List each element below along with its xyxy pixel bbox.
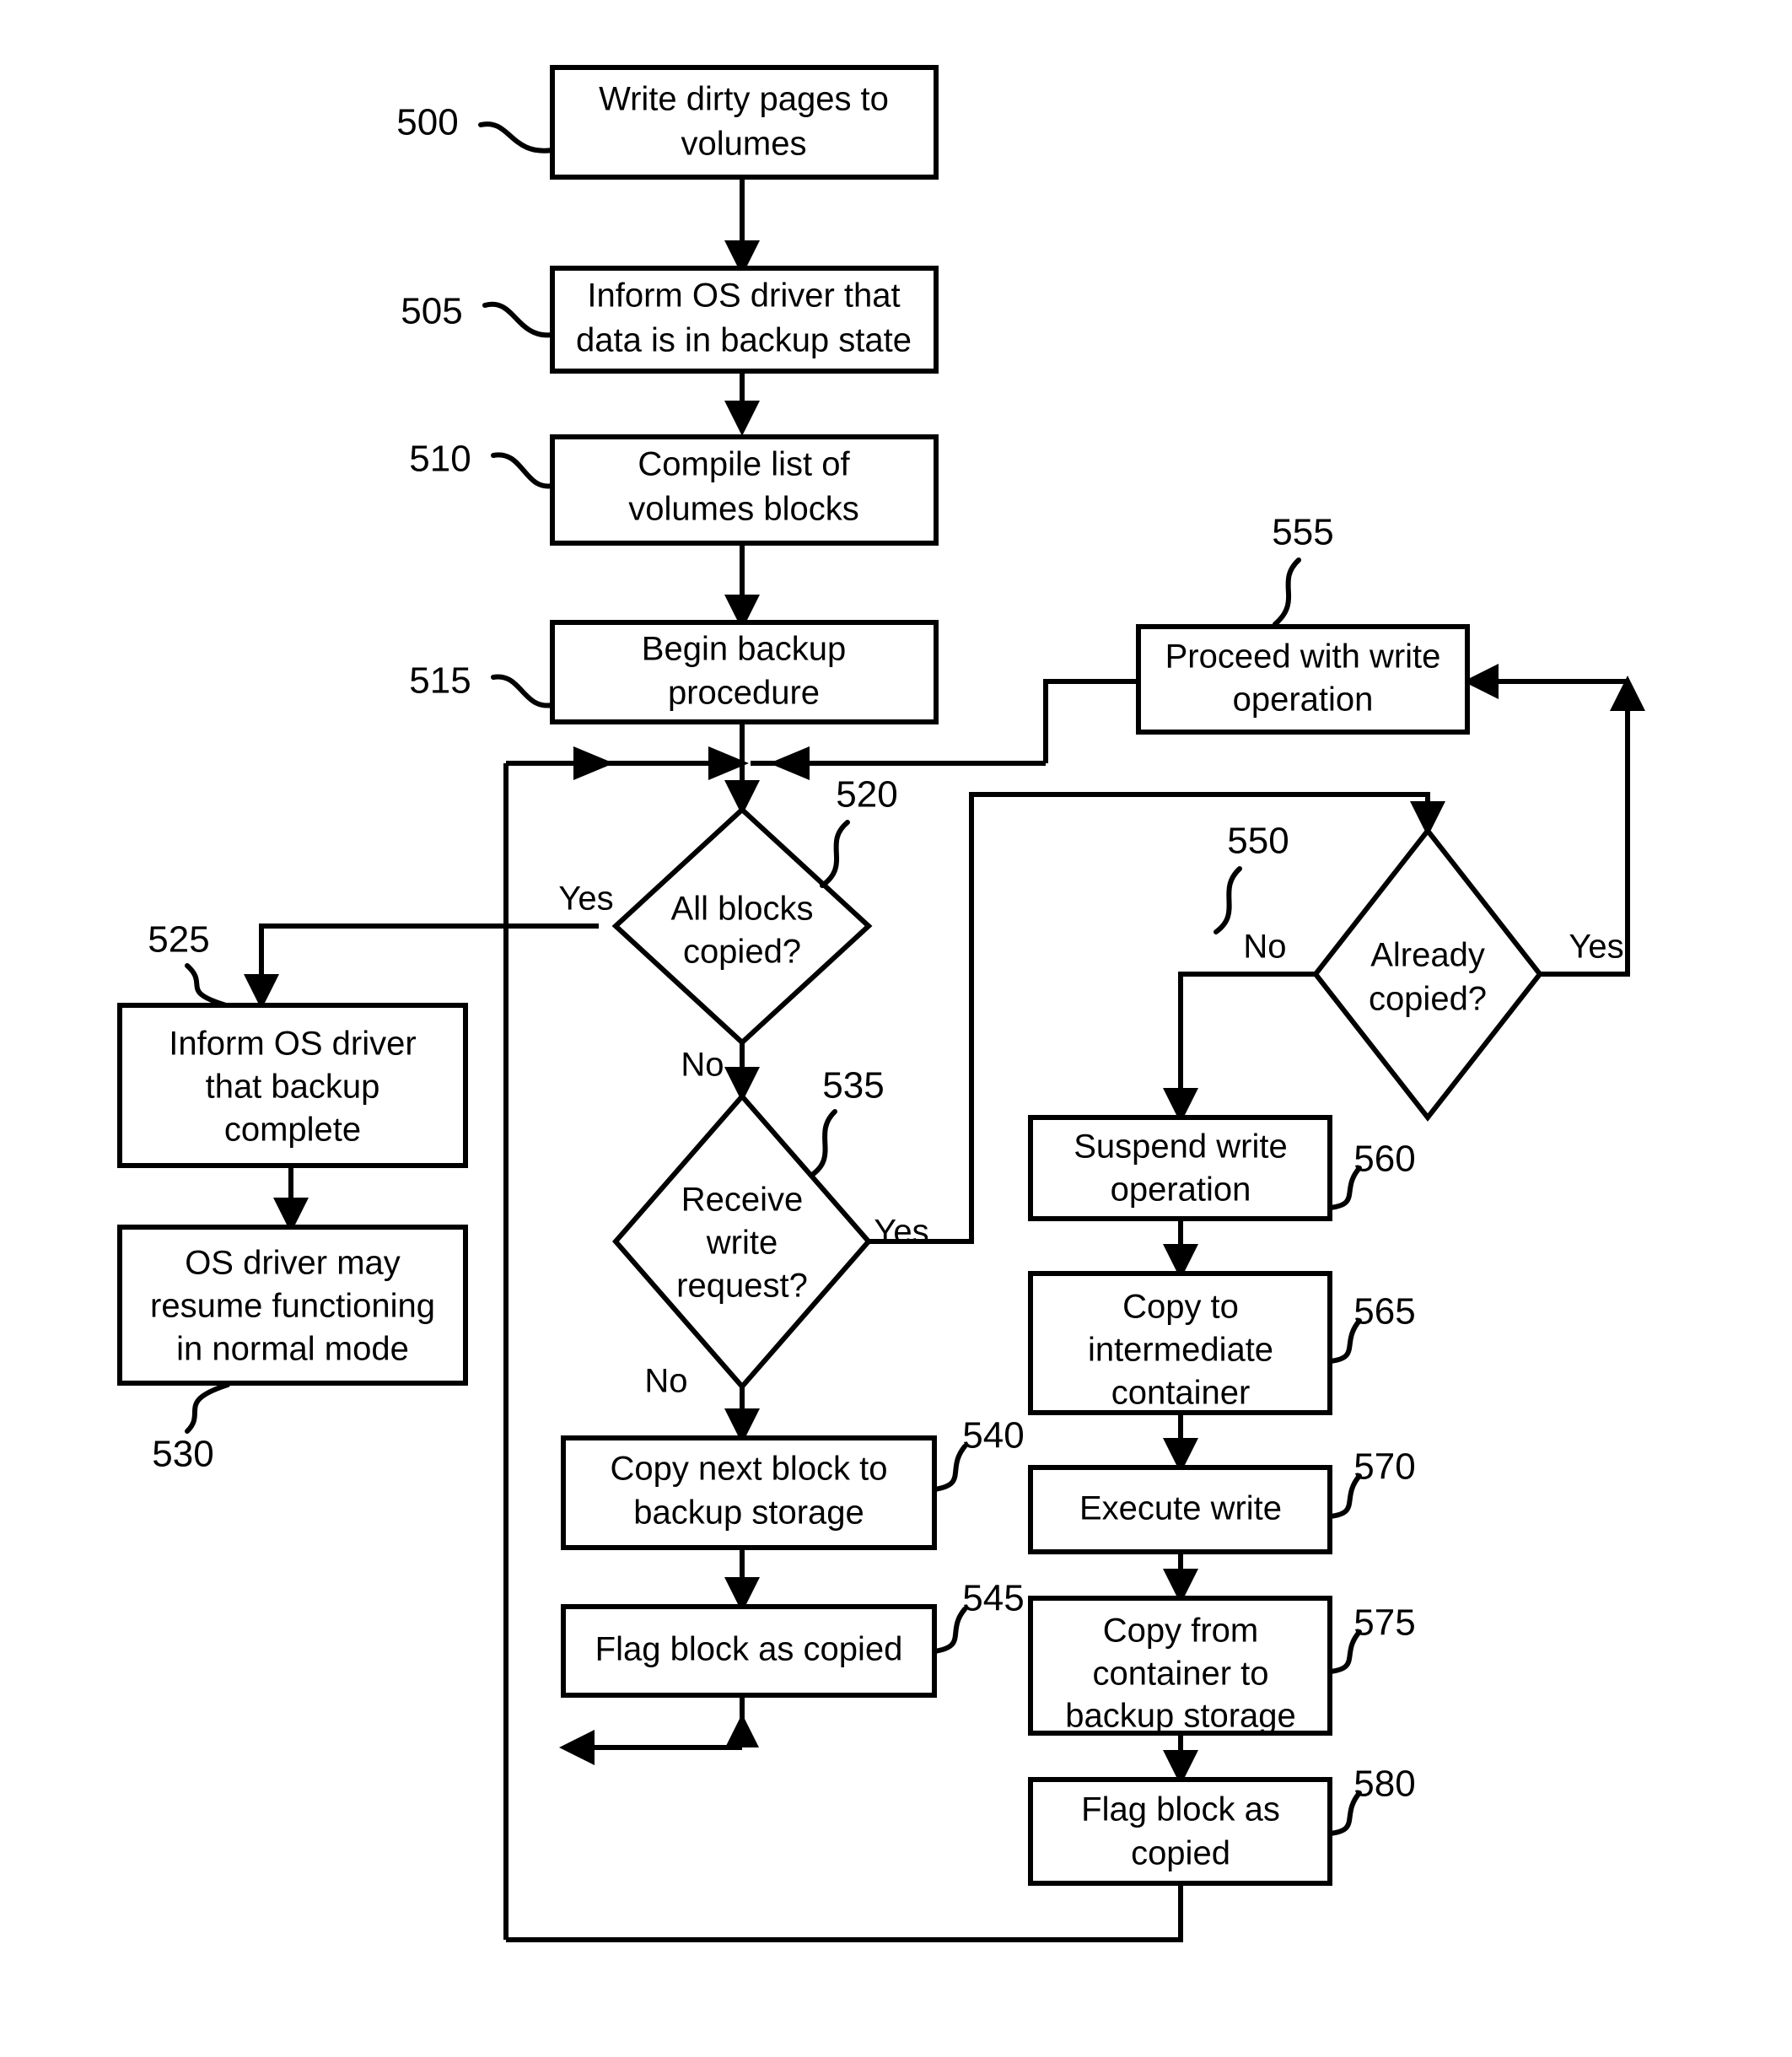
node-550-line2: copied? — [1369, 981, 1487, 1018]
node-575-line2: container to — [1092, 1656, 1268, 1693]
loopback-arrowhead-down — [725, 1714, 759, 1747]
leader-570 — [1327, 1473, 1362, 1519]
leader-500 — [478, 121, 555, 153]
merge-arrowhead-right — [769, 746, 810, 780]
node-530-line3: in normal mode — [176, 1331, 409, 1368]
node-580-line2: copied — [1131, 1835, 1230, 1872]
node-530-line2: resume functioning — [150, 1288, 435, 1325]
node-575-line1: Copy from — [1103, 1613, 1259, 1650]
ref-numeral-560: 560 — [1353, 1139, 1415, 1180]
ref-numeral-515: 515 — [409, 660, 471, 702]
node-530-line1: OS driver may — [185, 1245, 401, 1282]
node-515-line2: procedure — [668, 675, 820, 712]
ref-numeral-545: 545 — [962, 1578, 1024, 1619]
node-565-line3: container — [1111, 1375, 1251, 1412]
edge-555-to-merge — [1043, 679, 1138, 763]
merge-arrowhead-left — [573, 746, 614, 780]
ref-numeral-550: 550 — [1227, 821, 1289, 862]
node-575-line3: backup storage — [1065, 1698, 1296, 1735]
node-525-line2: that backup — [206, 1069, 380, 1106]
branch-label-550-no: No — [1243, 929, 1286, 966]
leader-555 — [1273, 557, 1301, 627]
node-565-line2: intermediate — [1088, 1332, 1273, 1369]
leader-540 — [932, 1444, 967, 1492]
leader-515 — [491, 674, 555, 708]
ref-numeral-525: 525 — [148, 919, 209, 961]
ref-numeral-505: 505 — [401, 291, 462, 332]
ref-numeral-510: 510 — [409, 439, 471, 480]
ref-numeral-535: 535 — [822, 1065, 884, 1107]
node-540-line2: backup storage — [633, 1494, 864, 1532]
edge-550-no-to-560 — [1163, 972, 1316, 1123]
node-510-line1: Compile list of — [638, 446, 850, 483]
node-515-line1: Begin backup — [642, 631, 846, 668]
node-500-line2: volumes — [681, 126, 807, 163]
ref-numeral-565: 565 — [1353, 1291, 1415, 1333]
edge-520-yes-to-525 — [244, 923, 599, 1010]
node-535-line1: Receive — [681, 1182, 804, 1219]
node-580-line1: Flag block as — [1081, 1791, 1280, 1828]
flowchart-page: Write dirty pages to volumes Inform OS d… — [0, 0, 1792, 2057]
ref-numeral-500: 500 — [396, 102, 458, 143]
ref-numeral-555: 555 — [1272, 512, 1333, 553]
leader-520 — [820, 820, 850, 888]
branch-label-535-yes: Yes — [874, 1214, 928, 1251]
node-560-line2: operation — [1111, 1171, 1251, 1209]
branch-label-535-no: No — [644, 1363, 687, 1400]
leader-505 — [482, 301, 555, 338]
leader-565 — [1327, 1318, 1362, 1364]
leader-535 — [810, 1109, 837, 1177]
leader-575 — [1327, 1629, 1362, 1674]
node-520-line2: copied? — [683, 934, 801, 971]
branch-label-520-yes: Yes — [558, 880, 613, 918]
branch-label-550-yes: Yes — [1569, 929, 1623, 966]
leader-525 — [185, 963, 229, 1008]
node-520-line1: All blocks — [671, 891, 814, 928]
leader-560 — [1327, 1166, 1362, 1210]
node-505-line1: Inform OS driver that — [587, 277, 900, 315]
node-565-line1: Copy to — [1122, 1289, 1239, 1326]
node-545-line1: Flag block as copied — [595, 1631, 903, 1668]
ref-numeral-520: 520 — [836, 774, 897, 816]
node-555-line2: operation — [1233, 681, 1374, 719]
node-540-line1: Copy next block to — [610, 1451, 887, 1488]
ref-numeral-575: 575 — [1353, 1602, 1415, 1644]
node-570-line1: Execute write — [1079, 1490, 1282, 1527]
node-500-line1: Write dirty pages to — [599, 81, 889, 118]
node-525-line1: Inform OS driver — [169, 1026, 416, 1063]
flowchart-canvas: Write dirty pages to volumes Inform OS d… — [117, 65, 1645, 1942]
node-505-line2: data is in backup state — [576, 322, 912, 359]
node-550-line1: Already — [1370, 937, 1485, 974]
node-560-line1: Suspend write — [1074, 1128, 1287, 1166]
node-535-line2: write — [706, 1225, 778, 1262]
node-525-line3: complete — [224, 1112, 361, 1149]
leader-510 — [491, 452, 555, 489]
ref-numeral-570: 570 — [1353, 1446, 1415, 1488]
branch-label-520-no: No — [681, 1047, 724, 1084]
ref-numeral-530: 530 — [152, 1434, 213, 1475]
node-535-line3: request? — [676, 1268, 808, 1305]
node-550-diamond[interactable] — [1312, 827, 1543, 1122]
ref-numeral-540: 540 — [962, 1415, 1024, 1457]
node-510-line2: volumes blocks — [628, 491, 858, 528]
leader-545 — [932, 1607, 967, 1654]
node-555-line1: Proceed with write — [1165, 638, 1441, 676]
ref-numeral-580: 580 — [1353, 1764, 1415, 1805]
leader-580 — [1327, 1790, 1362, 1836]
leader-550 — [1214, 866, 1242, 934]
leader-530 — [185, 1382, 230, 1434]
